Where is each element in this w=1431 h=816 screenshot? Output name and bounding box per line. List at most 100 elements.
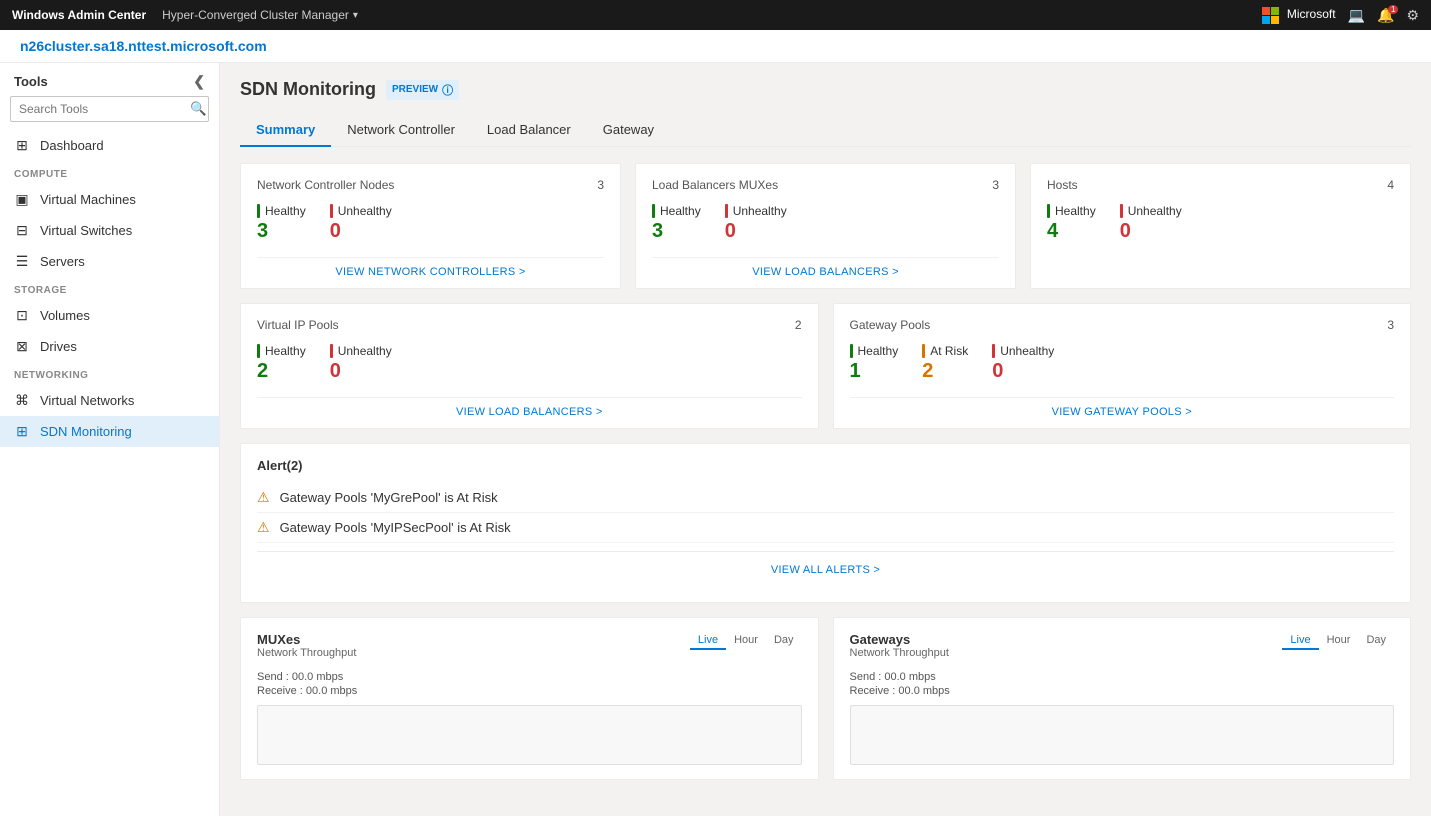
throughput-title: Gateways (850, 632, 949, 647)
stat-unhealthy: Unhealthy 0 (1120, 204, 1182, 243)
stat-healthy: Healthy 3 (652, 204, 701, 243)
cluster-name: n26cluster.sa18.nttest.microsoft.com (20, 38, 267, 54)
unhealthy-bar (725, 204, 728, 218)
sidebar-item-virtual-switches[interactable]: ⊟ Virtual Switches (0, 215, 219, 246)
notification-icon[interactable]: 🔔 1 (1377, 7, 1394, 24)
sidebar-item-sdn-monitoring[interactable]: ⊞ SDN Monitoring (0, 416, 219, 447)
tab-gateway[interactable]: Gateway (587, 114, 670, 147)
at-risk-value: 2 (922, 360, 968, 383)
view-all-alerts-link[interactable]: VIEW ALL ALERTS > (257, 551, 1394, 588)
search-box[interactable]: 🔍 (10, 96, 209, 122)
healthy-bar (652, 204, 655, 218)
topbar-right: Microsoft 💻 🔔 1 ⚙ (1262, 7, 1419, 24)
stat-unhealthy: Unhealthy 0 (992, 344, 1054, 383)
cards-row-bottom: Virtual IP Pools 2 Healthy 2 U (240, 303, 1411, 429)
stat-unhealthy: Unhealthy 0 (330, 344, 392, 383)
alert-item-2: ⚠ Gateway Pools 'MyIPSecPool' is At Risk (257, 513, 1394, 543)
time-tab-hour[interactable]: Hour (1319, 632, 1359, 650)
sidebar-tools-header: Tools ❮ (0, 63, 219, 96)
healthy-value: 2 (257, 360, 306, 383)
stat-at-risk: At Risk 2 (922, 344, 968, 383)
search-input[interactable] (11, 98, 182, 120)
main-layout: Tools ❮ 🔍 ⊞ Dashboard COMPUTE ▣ Virtual … (0, 63, 1431, 816)
switch-icon: ⊟ (14, 222, 30, 239)
card-count: 4 (1387, 178, 1394, 192)
unhealthy-bar (1120, 204, 1123, 218)
healthy-value: 4 (1047, 220, 1096, 243)
throughput-subtitle: Network Throughput (850, 647, 949, 659)
sidebar-item-label: Virtual Networks (40, 393, 134, 408)
warning-icon: ⚠ (257, 519, 270, 536)
sidebar-item-dashboard[interactable]: ⊞ Dashboard (0, 130, 219, 161)
healthy-bar (850, 344, 853, 358)
collapse-sidebar-button[interactable]: ❮ (193, 73, 205, 90)
tab-load-balancer[interactable]: Load Balancer (471, 114, 587, 147)
time-tab-live[interactable]: Live (1282, 632, 1318, 650)
throughput-stats: Send : 00.0 mbps Receive : 00.0 mbps (850, 671, 1395, 697)
main-content: SDN Monitoring PREVIEW ⓘ Summary Network… (220, 63, 1431, 816)
tab-network-controller[interactable]: Network Controller (331, 114, 471, 147)
preview-badge: PREVIEW ⓘ (386, 80, 459, 100)
networking-section-label: NETWORKING (0, 362, 219, 385)
stat-healthy: Healthy 3 (257, 204, 306, 243)
unhealthy-value: 0 (992, 360, 1054, 383)
card-header: Load Balancers MUXes 3 (652, 178, 999, 192)
time-tab-live[interactable]: Live (690, 632, 726, 650)
topbar: Windows Admin Center Hyper-Converged Clu… (0, 0, 1431, 30)
alerts-card: Alert(2) ⚠ Gateway Pools 'MyGrePool' is … (240, 443, 1411, 603)
view-load-balancers-link[interactable]: VIEW LOAD BALANCERS > (652, 257, 999, 278)
throughput-subtitle: Network Throughput (257, 647, 356, 659)
send-stat: Send : 00.0 mbps (850, 671, 1395, 683)
chevron-down-icon: ▾ (353, 10, 358, 21)
card-gateway-pools: Gateway Pools 3 Healthy 1 At R (833, 303, 1412, 429)
cluster-manager[interactable]: Hyper-Converged Cluster Manager ▾ (162, 8, 358, 22)
card-title: Virtual IP Pools (257, 318, 339, 332)
info-icon: ⓘ (442, 82, 453, 98)
sidebar-item-label: Dashboard (40, 138, 104, 153)
stat-unhealthy: Unhealthy 0 (330, 204, 392, 243)
card-header: Network Controller Nodes 3 (257, 178, 604, 192)
unhealthy-value: 0 (725, 220, 787, 243)
app-name: Windows Admin Center (12, 8, 146, 22)
microsoft-logo: Microsoft (1262, 7, 1336, 24)
stats-row: Healthy 1 At Risk 2 Un (850, 344, 1395, 383)
time-tab-day[interactable]: Day (1358, 632, 1394, 650)
unhealthy-value: 0 (330, 220, 392, 243)
tab-summary[interactable]: Summary (240, 114, 331, 147)
view-gateway-pools-link[interactable]: VIEW GATEWAY POOLS > (850, 397, 1395, 418)
healthy-bar (257, 344, 260, 358)
healthy-bar (257, 204, 260, 218)
sidebar-item-label: Volumes (40, 308, 90, 323)
sidebar-item-volumes[interactable]: ⊡ Volumes (0, 300, 219, 331)
view-network-controllers-link[interactable]: VIEW NETWORK CONTROLLERS > (257, 257, 604, 278)
card-count: 3 (1387, 318, 1394, 332)
healthy-value: 3 (652, 220, 701, 243)
view-load-balancers-vip-link[interactable]: VIEW LOAD BALANCERS > (257, 397, 802, 418)
card-count: 2 (795, 318, 802, 332)
monitor-icon[interactable]: 💻 (1348, 7, 1365, 24)
vm-icon: ▣ (14, 191, 30, 208)
gateways-chart (850, 705, 1395, 765)
stat-healthy: Healthy 4 (1047, 204, 1096, 243)
receive-stat: Receive : 00.0 mbps (850, 685, 1395, 697)
card-header: Virtual IP Pools 2 (257, 318, 802, 332)
sidebar-item-label: Servers (40, 254, 85, 269)
settings-icon[interactable]: ⚙ (1406, 7, 1419, 24)
sidebar-item-servers[interactable]: ☰ Servers (0, 246, 219, 277)
card-title: Network Controller Nodes (257, 178, 394, 192)
unhealthy-value: 0 (1120, 220, 1182, 243)
alert-text: Gateway Pools 'MyGrePool' is At Risk (280, 490, 498, 505)
time-tab-day[interactable]: Day (766, 632, 802, 650)
receive-stat: Receive : 00.0 mbps (257, 685, 802, 697)
search-icon[interactable]: 🔍 (182, 97, 209, 121)
time-tab-hour[interactable]: Hour (726, 632, 766, 650)
warning-icon: ⚠ (257, 489, 270, 506)
sidebar-item-label: Virtual Machines (40, 192, 136, 207)
stat-healthy: Healthy 2 (257, 344, 306, 383)
sidebar-item-virtual-networks[interactable]: ⌘ Virtual Networks (0, 385, 219, 416)
card-muxes-throughput: MUXes Network Throughput Live Hour Day S… (240, 617, 819, 780)
healthy-value: 3 (257, 220, 306, 243)
alert-text: Gateway Pools 'MyIPSecPool' is At Risk (280, 520, 511, 535)
sidebar-item-virtual-machines[interactable]: ▣ Virtual Machines (0, 184, 219, 215)
sidebar-item-drives[interactable]: ⊠ Drives (0, 331, 219, 362)
